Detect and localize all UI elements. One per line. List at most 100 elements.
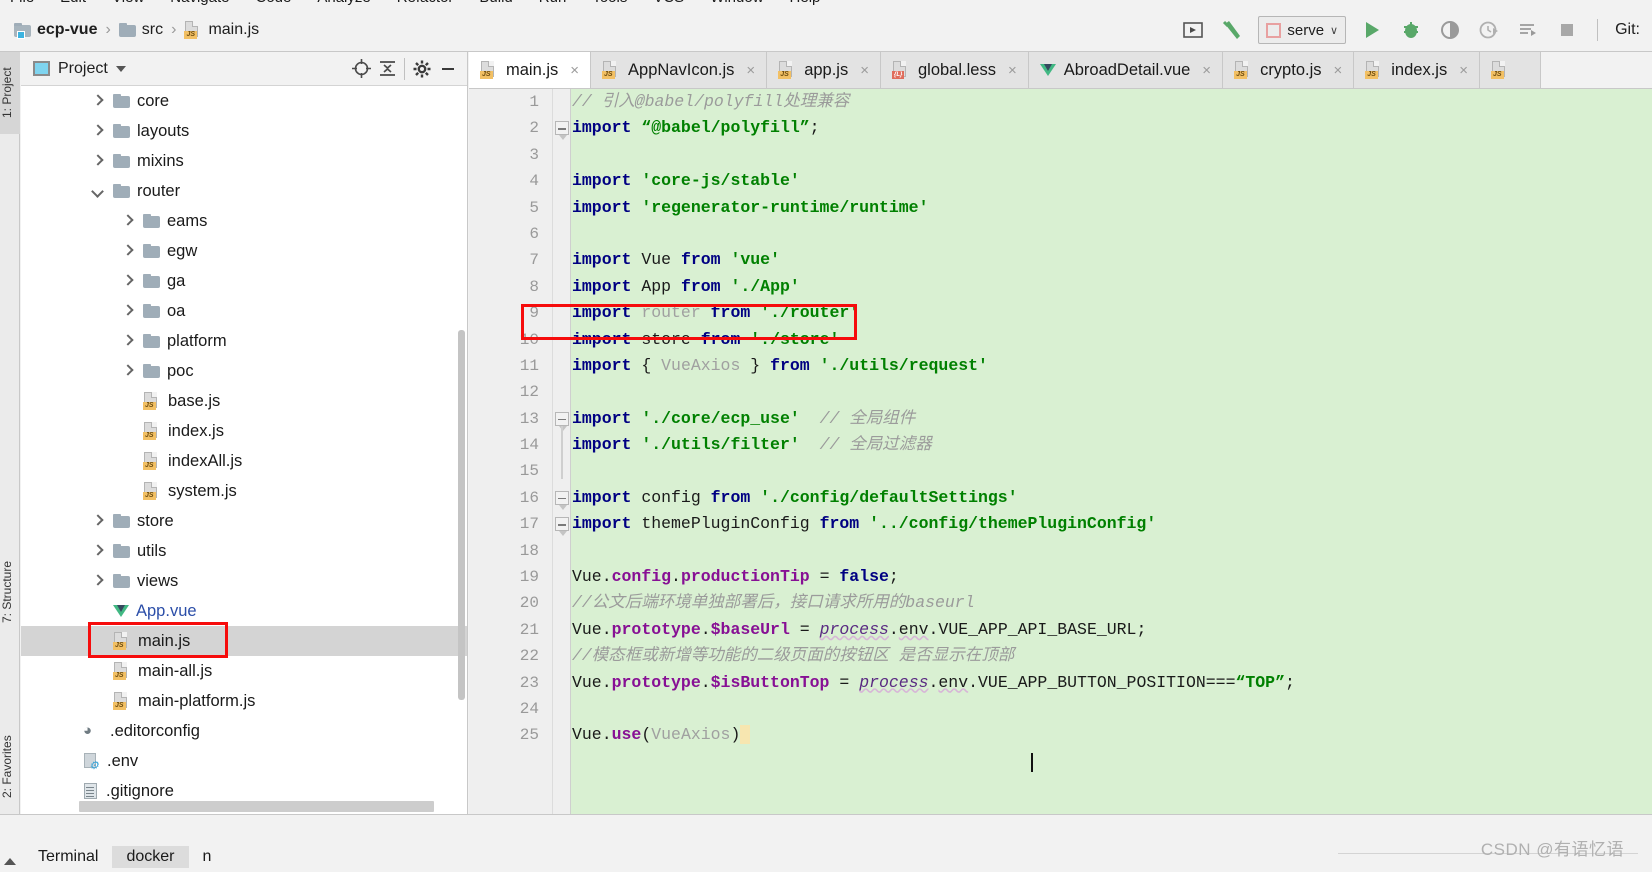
code-lines[interactable]: 1 // 引入@babel/polyfill处理兼容 2 import “@babel… bbox=[469, 89, 1652, 814]
tree-folder-row[interactable]: utils bbox=[21, 536, 467, 566]
editor-tab[interactable]: AbroadDetail.vue × bbox=[1028, 52, 1224, 88]
code-line[interactable]: 16 import config from './config/defaultSe… bbox=[469, 485, 1652, 511]
code-editor[interactable]: 1 // 引入@babel/polyfill处理兼容 2 import “@babel… bbox=[469, 89, 1652, 814]
chevron-right-icon[interactable] bbox=[121, 304, 135, 318]
menu-item-view[interactable]: View bbox=[112, 0, 144, 5]
breadcrumb-item-src[interactable]: src bbox=[118, 21, 163, 39]
tree-folder-row[interactable]: poc bbox=[21, 356, 467, 386]
tree-file-row[interactable]: JS main-platform.js bbox=[21, 686, 467, 716]
code-line[interactable]: 15 bbox=[469, 458, 1652, 484]
editor-tab[interactable]: JS bbox=[1479, 52, 1541, 88]
code-fold-icon[interactable] bbox=[555, 411, 569, 431]
code-line[interactable]: 8 import App from './App' bbox=[469, 274, 1652, 300]
chevron-right-icon[interactable] bbox=[121, 334, 135, 348]
code-line[interactable]: 20 //公文后端环境单独部署后，接口请求所用的baseurl bbox=[469, 590, 1652, 616]
breadcrumb-item-project[interactable]: ecp-vue bbox=[14, 21, 97, 39]
code-line[interactable]: 2 import “@babel/polyfill”; bbox=[469, 115, 1652, 141]
close-icon[interactable]: × bbox=[860, 62, 869, 79]
vertical-scrollbar[interactable] bbox=[458, 330, 465, 700]
menu-item-build[interactable]: Build bbox=[479, 0, 512, 5]
close-icon[interactable]: × bbox=[1334, 62, 1343, 79]
tree-folder-row[interactable]: egw bbox=[21, 236, 467, 266]
tree-folder-row[interactable]: mixins bbox=[21, 146, 467, 176]
code-line[interactable]: 14 import './utils/filter' // 全局过滤器 bbox=[469, 432, 1652, 458]
tree-file-row[interactable]: ⚙ .env bbox=[21, 746, 467, 776]
tree-file-row[interactable]: JS index.js bbox=[21, 416, 467, 446]
chevron-right-icon[interactable] bbox=[91, 574, 105, 588]
tree-folder-row[interactable]: views bbox=[21, 566, 467, 596]
stop-icon[interactable] bbox=[1554, 17, 1580, 43]
tree-file-row[interactable]: JS main-all.js bbox=[21, 656, 467, 686]
locate-target-icon[interactable] bbox=[348, 56, 374, 82]
code-line[interactable]: 19 Vue.config.productionTip = false; bbox=[469, 564, 1652, 590]
tree-file-row[interactable]: .gitignore bbox=[21, 776, 467, 800]
tree-file-row[interactable]: JS main.js bbox=[21, 626, 467, 656]
menu-item-code[interactable]: Code bbox=[255, 0, 291, 5]
tree-file-row[interactable]: JS system.js bbox=[21, 476, 467, 506]
code-line[interactable]: 6 bbox=[469, 221, 1652, 247]
code-line[interactable]: 9 import router from './router' bbox=[469, 300, 1652, 326]
tree-folder-row[interactable]: core bbox=[21, 86, 467, 116]
menu-item-window[interactable]: Window bbox=[710, 0, 763, 5]
code-line[interactable]: 25 Vue.use(VueAxios) bbox=[469, 722, 1652, 748]
breadcrumb-item-file[interactable]: JS main.js bbox=[184, 21, 259, 39]
hide-panel-icon[interactable] bbox=[435, 56, 461, 82]
chevron-right-icon[interactable] bbox=[91, 154, 105, 168]
run-dashboard-icon[interactable] bbox=[1515, 17, 1541, 43]
code-line[interactable]: 22 //模态框或新增等功能的二级页面的按钮区 是否显示在顶部 bbox=[469, 643, 1652, 669]
project-file-tree[interactable]: core layouts mixins router eams egw ga oa platfo… bbox=[21, 86, 467, 800]
tree-file-row[interactable]: App.vue bbox=[21, 596, 467, 626]
close-icon[interactable]: × bbox=[1202, 62, 1211, 79]
code-fold-icon[interactable] bbox=[555, 490, 569, 510]
run-icon[interactable] bbox=[1359, 17, 1385, 43]
horizontal-scrollbar[interactable] bbox=[79, 801, 434, 812]
chevron-down-icon[interactable] bbox=[91, 184, 105, 198]
tree-file-row[interactable]: JS base.js bbox=[21, 386, 467, 416]
sidebar-item-structure[interactable]: 7: Structure bbox=[0, 542, 20, 642]
editor-tab[interactable]: JS index.js × bbox=[1354, 52, 1480, 88]
breadcrumb[interactable]: ecp-vue › src › JS main.js bbox=[0, 21, 259, 39]
show-tool-windows-icon[interactable] bbox=[4, 858, 16, 865]
tree-folder-row[interactable]: store bbox=[21, 506, 467, 536]
chevron-down-icon[interactable]: ∨ bbox=[1330, 24, 1338, 37]
code-line[interactable]: 21 Vue.prototype.$baseUrl = process.env.V… bbox=[469, 617, 1652, 643]
code-line[interactable]: 24 bbox=[469, 696, 1652, 722]
editor-tab[interactable]: JS AppNavIcon.js × bbox=[591, 52, 768, 88]
code-line[interactable]: 17 import themePluginConfig from '../conf… bbox=[469, 511, 1652, 537]
close-icon[interactable]: × bbox=[570, 62, 579, 79]
chevron-down-icon[interactable] bbox=[115, 65, 126, 72]
menu-bar[interactable]: File Edit View Navigate Code Analyze Refactor B… bbox=[0, 0, 1652, 9]
menu-item-navigate[interactable]: Navigate bbox=[170, 0, 229, 5]
bottom-tab[interactable]: docker bbox=[112, 846, 189, 868]
sidebar-item-favorites[interactable]: 2: Favorites bbox=[0, 712, 20, 822]
code-line[interactable]: 10 import store from './store' bbox=[469, 327, 1652, 353]
chevron-right-icon[interactable] bbox=[121, 364, 135, 378]
bottom-tool-tabs[interactable]: Terminal docker n bbox=[24, 846, 225, 872]
menu-item-refactor[interactable]: Refactor bbox=[397, 0, 454, 5]
menu-item-vcs[interactable]: VCS bbox=[653, 0, 684, 5]
tree-folder-row[interactable]: platform bbox=[21, 326, 467, 356]
code-line[interactable]: 23 Vue.prototype.$isButtonTop = process.e… bbox=[469, 670, 1652, 696]
code-fold-icon[interactable] bbox=[555, 517, 569, 537]
code-line[interactable]: 5 import 'regenerator-runtime/runtime' bbox=[469, 195, 1652, 221]
code-line[interactable]: 13 import './core/ecp_use' // 全局组件 bbox=[469, 406, 1652, 432]
settings-gear-icon[interactable] bbox=[409, 56, 435, 82]
code-line[interactable]: 18 bbox=[469, 538, 1652, 564]
editor-tab[interactable]: JS app.js × bbox=[767, 52, 881, 88]
chevron-right-icon[interactable] bbox=[121, 244, 135, 258]
debug-icon[interactable] bbox=[1398, 17, 1424, 43]
code-line[interactable]: 4 import 'core-js/stable' bbox=[469, 168, 1652, 194]
tree-folder-row[interactable]: ga bbox=[21, 266, 467, 296]
chevron-right-icon[interactable] bbox=[91, 544, 105, 558]
editor-tab[interactable]: {L} global.less × bbox=[880, 52, 1029, 88]
editor-tab-bar[interactable]: JS main.js × JS AppNavIcon.js × JS app.js × {L} gl… bbox=[469, 52, 1652, 89]
close-icon[interactable]: × bbox=[1008, 62, 1017, 79]
tree-folder-row[interactable]: oa bbox=[21, 296, 467, 326]
code-line[interactable]: 1 // 引入@babel/polyfill处理兼容 bbox=[469, 89, 1652, 115]
menu-item-tools[interactable]: Tools bbox=[592, 0, 627, 5]
menu-item-file[interactable]: File bbox=[10, 0, 34, 5]
chevron-right-icon[interactable] bbox=[91, 514, 105, 528]
tree-folder-row[interactable]: router bbox=[21, 176, 467, 206]
tree-folder-row[interactable]: layouts bbox=[21, 116, 467, 146]
code-line[interactable]: 11 import { VueAxios } from './utils/requ… bbox=[469, 353, 1652, 379]
